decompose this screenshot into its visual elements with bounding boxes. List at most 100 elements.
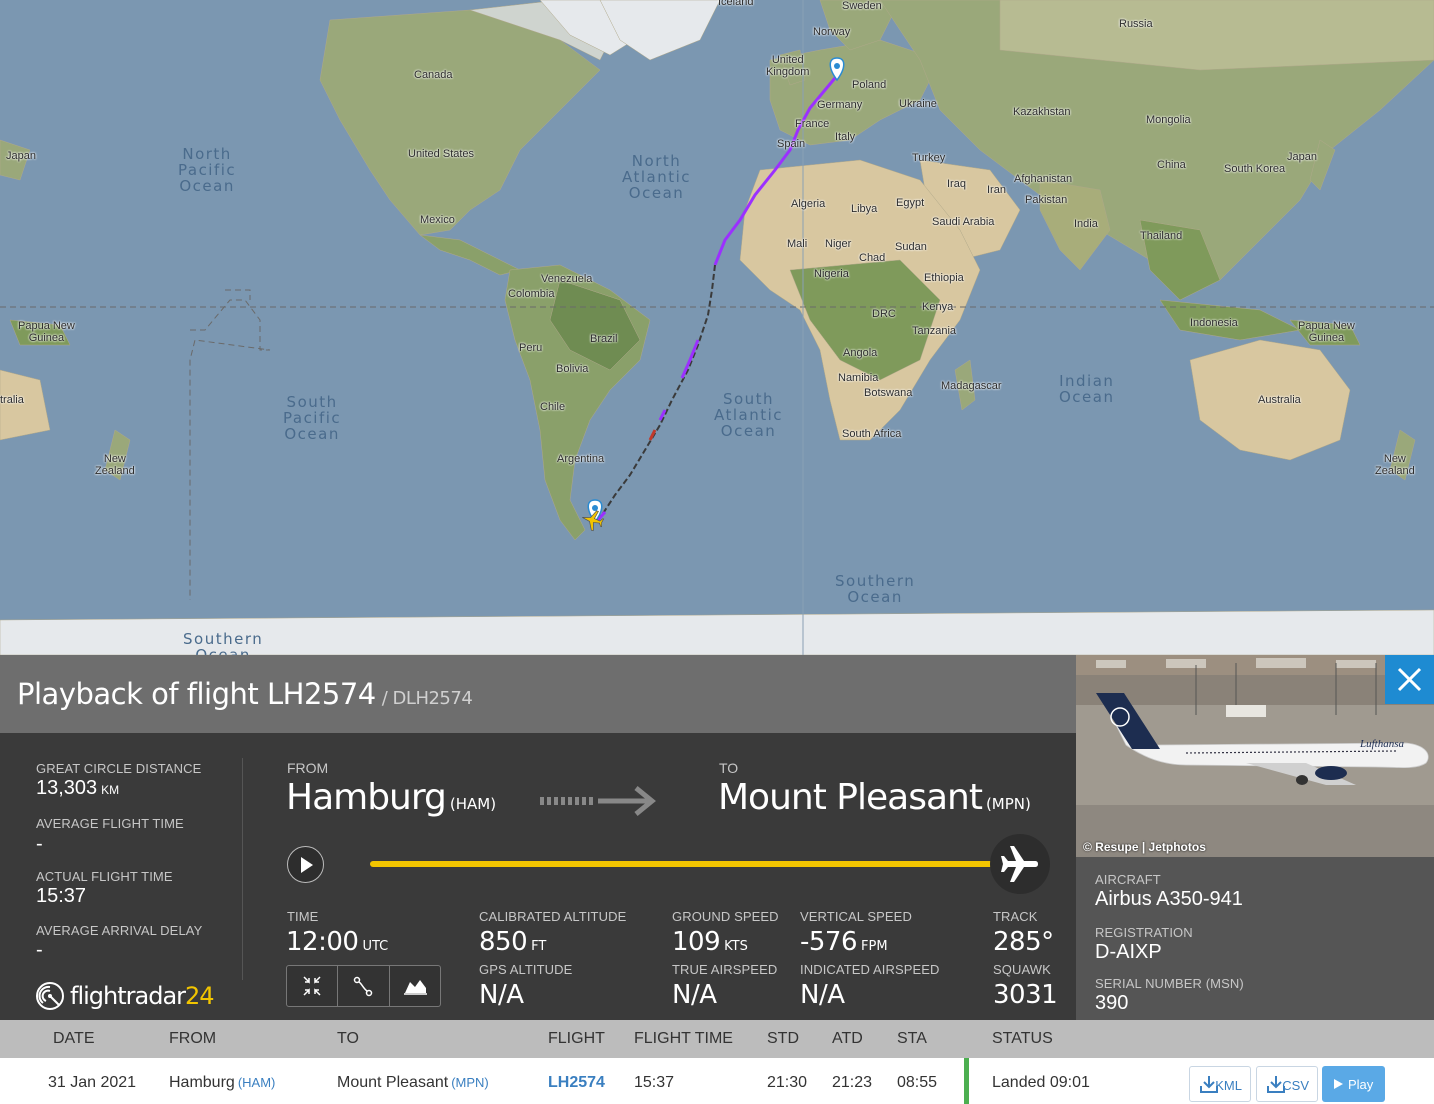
map-label-country: Brazil (590, 333, 618, 345)
playback-slider-handle[interactable] (990, 834, 1050, 894)
map-label-country: Norway (813, 26, 851, 38)
row-date: 31 Jan 2021 (48, 1074, 137, 1091)
map-label-country: Thailand (1140, 230, 1183, 242)
photo-credit[interactable]: © Resupe | Jetphotos (1083, 840, 1206, 854)
aircraft-details-panel: AIRCRAFT Airbus A350-941 REGISTRATION D-… (1076, 857, 1434, 1020)
map-label-country: tralia (0, 394, 24, 406)
map-label-country: Kenya (922, 301, 954, 313)
play-label: Play (1348, 1077, 1374, 1092)
serial-number-value: 390 (1095, 992, 1129, 1014)
serial-number-label: SERIAL NUMBER (MSN) (1095, 976, 1244, 991)
livery-text: Lufthansa (1359, 738, 1405, 750)
map-label-country: Libya (851, 203, 878, 215)
map-label-ocean: North Pacific Ocean (178, 145, 237, 195)
status-indicator (964, 1058, 969, 1104)
aircraft-photo[interactable]: Lufthansa (1076, 655, 1434, 857)
indicated-airspeed-value: N/A (800, 980, 845, 1010)
from-city: Hamburg (HAM) (286, 777, 496, 818)
map-label-country: Niger (825, 238, 852, 250)
map-label-country: Ethiopia (924, 272, 964, 284)
map-label-country: Venezuela (541, 273, 593, 285)
playback-title-bar: Playback of flight LH2574/ DLH2574 (0, 655, 1076, 733)
registration-label: REGISTRATION (1095, 925, 1193, 940)
to-city: Mount Pleasant (MPN) (718, 777, 1031, 818)
actual-flight-time-value: 15:37 (36, 885, 87, 907)
row-flight-link[interactable]: LH2574 (548, 1074, 605, 1092)
map-label-country: DRC (872, 308, 896, 320)
map-label-country: Colombia (508, 288, 555, 300)
route-arrow-icon (540, 786, 656, 816)
squawk-label: SQUAWK (993, 962, 1051, 977)
map-label-country: Peru (519, 342, 543, 354)
squawk-value: 3031 (993, 980, 1058, 1010)
column-header-sta: STA (897, 1030, 927, 1047)
map-label-ocean: North Atlantic Ocean (622, 152, 692, 202)
map-label-country: Japan (1287, 151, 1317, 163)
vertical-speed-unit: FPM (861, 939, 888, 954)
map-label-country: Russia (1119, 18, 1153, 30)
track-label: TRACK (993, 909, 1038, 924)
world-map[interactable]: Iceland Sweden Norway Russia United King… (0, 0, 1434, 655)
download-csv-button[interactable]: CSV (1256, 1066, 1318, 1102)
fit-view-button[interactable] (287, 966, 339, 1006)
avg-flight-time-value: - (36, 833, 43, 855)
row-to-city: Mount Pleasant (337, 1074, 449, 1091)
map-label-country: Botswana (864, 387, 913, 399)
aircraft-type-value: Airbus A350-941 (1095, 888, 1243, 910)
true-airspeed-value: N/A (672, 980, 717, 1010)
column-header-flight-time: FLIGHT TIME (634, 1030, 733, 1047)
time-value: 12:00 UTC (286, 927, 388, 957)
gps-altitude-value: N/A (479, 980, 524, 1010)
map-label-country: Germany (817, 99, 863, 111)
map-label-country: Afghanistan (1014, 173, 1073, 185)
map-label-country: United States (408, 148, 475, 160)
map-label-ocean: Southern Ocean (183, 630, 264, 655)
row-from-code[interactable]: (HAM) (238, 1075, 276, 1090)
row-std: 21:30 (767, 1074, 808, 1091)
map-label-country: Indonesia (1190, 317, 1238, 329)
flight-track-segment (680, 339, 700, 379)
flight-title: Playback of flight LH2574 (17, 677, 376, 711)
map-label-country: Kazakhstan (1013, 106, 1071, 118)
map-label-country: Ukraine (899, 98, 937, 110)
actual-flight-time-label: ACTUAL FLIGHT TIME (36, 869, 173, 884)
map-label-country: Sweden (842, 0, 882, 12)
calibrated-altitude-number: 850 (479, 927, 528, 957)
map-label-country: India (1074, 218, 1098, 230)
true-airspeed-label: TRUE AIRSPEED (672, 962, 778, 977)
map-label-country: Saudi Arabia (932, 216, 995, 228)
vertical-speed-label: VERTICAL SPEED (800, 909, 912, 924)
callsign-label: / DLH2574 (381, 688, 473, 709)
map-label-country: Chad (859, 252, 886, 264)
row-flight-time: 15:37 (634, 1074, 675, 1091)
kml-label: KML (1215, 1078, 1242, 1093)
altitude-graph-button[interactable] (390, 966, 440, 1006)
column-header-atd: ATD (832, 1030, 863, 1047)
map-label-ocean: South Atlantic Ocean (714, 390, 784, 440)
play-icon (301, 857, 313, 873)
close-icon (1397, 667, 1422, 692)
play-button[interactable] (287, 846, 324, 883)
row-status: Landed 09:01 (992, 1074, 1090, 1091)
route-view-button[interactable] (338, 966, 390, 1006)
map-label-country: Angola (843, 347, 878, 359)
map-label-country: Argentina (557, 453, 605, 465)
map-label-country: Namibia (838, 372, 879, 384)
column-header-to: TO (337, 1030, 359, 1047)
row-to-code[interactable]: (MPN) (451, 1075, 489, 1090)
flightradar24-logo[interactable]: flightradar24 (35, 981, 215, 1011)
collapse-arrows-icon (303, 976, 321, 996)
close-button[interactable] (1385, 655, 1434, 704)
playback-progress-bar[interactable] (370, 861, 1020, 867)
row-play-button[interactable]: Play (1322, 1066, 1385, 1102)
row-sta: 08:55 (897, 1074, 938, 1091)
indicated-airspeed-label: INDICATED AIRSPEED (800, 962, 940, 977)
map-label-country: Bolivia (556, 363, 589, 375)
table-row[interactable]: 31 Jan 2021 Hamburg (HAM) Mount Pleasant(… (0, 1058, 1434, 1104)
map-label-country: Sudan (895, 241, 927, 253)
map-label-country: Madagascar (941, 380, 1002, 392)
map-label-country: Iceland (718, 0, 754, 8)
great-circle-unit: KM (101, 783, 120, 797)
map-label-country: Australia (1258, 394, 1301, 406)
download-kml-button[interactable]: KML (1189, 1066, 1251, 1102)
